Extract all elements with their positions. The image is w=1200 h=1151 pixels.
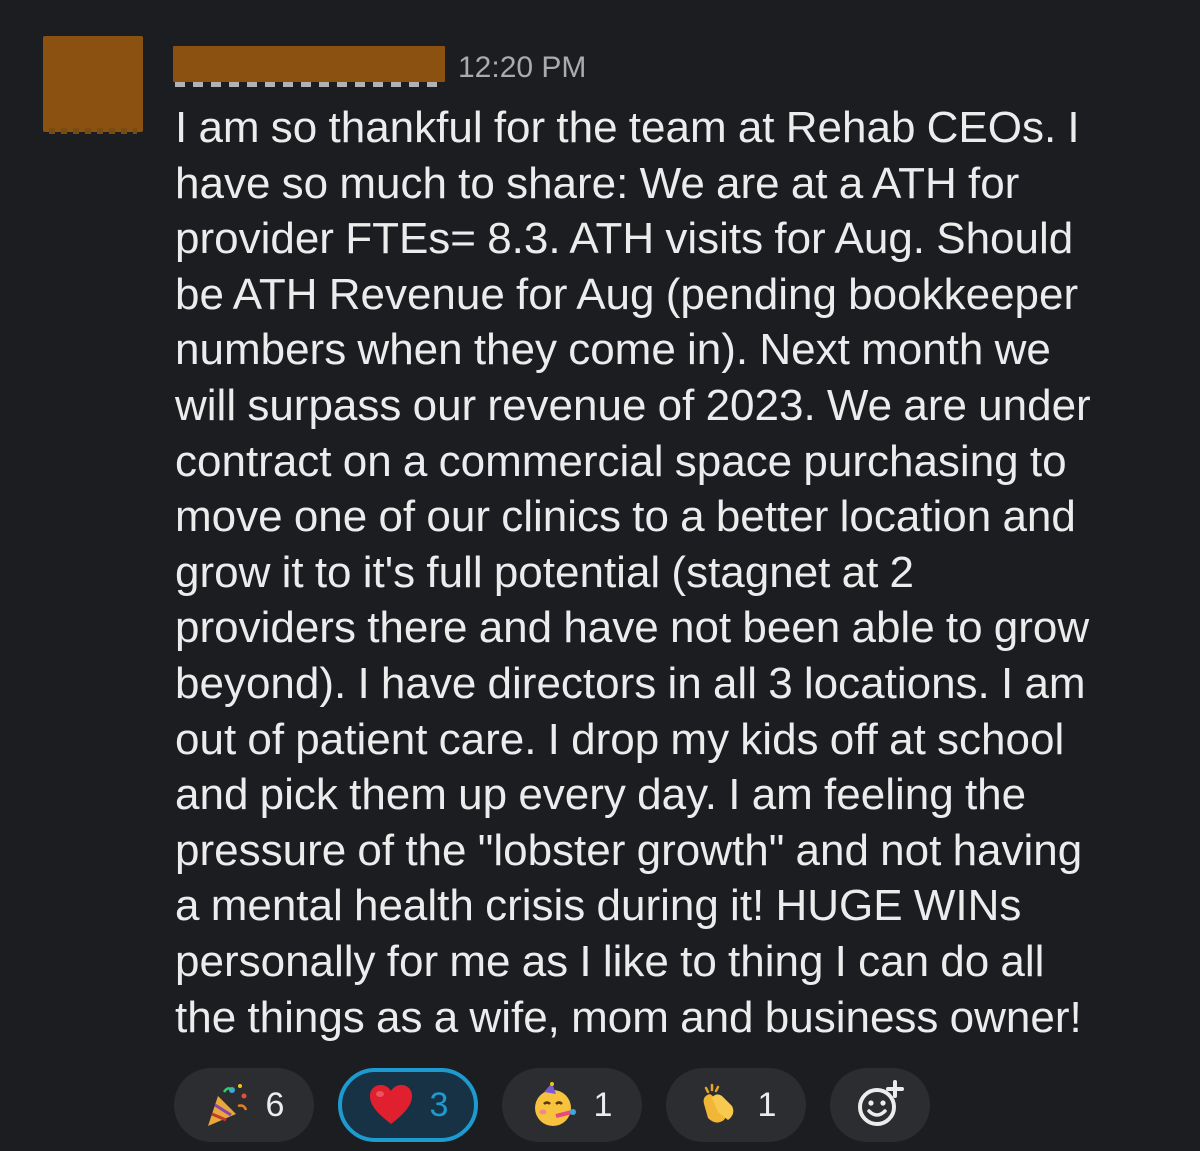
reaction-red-heart[interactable]: 3	[338, 1068, 478, 1142]
sender-name-redacted[interactable]	[173, 46, 445, 87]
reaction-count: 3	[429, 1085, 449, 1124]
partying-face-icon	[534, 1082, 576, 1126]
message-line: and pick them up every day. I am feeling…	[175, 770, 1027, 820]
message-timestamp[interactable]: 12:20 PM	[458, 49, 586, 87]
redacted-name-glimpse	[175, 82, 441, 87]
message-line: numbers when they come in). Next month w…	[175, 325, 1051, 375]
message-line: move one of our clinics to a better loca…	[175, 492, 1076, 542]
message-line: contract on a commercial space purchasin…	[175, 436, 1067, 486]
red-heart-icon	[369, 1085, 412, 1124]
add-reaction-icon	[858, 1080, 904, 1126]
reaction-bar: 6 3 1 1	[174, 1066, 930, 1144]
reaction-partying-face[interactable]: 1	[502, 1068, 642, 1142]
message-line: have so much to share: We are at a ATH f…	[175, 158, 1020, 208]
chat-message: 12:20 PM I am so thankful for the team a…	[0, 0, 1200, 1151]
message-line: beyond). I have directors in all 3 locat…	[175, 658, 1086, 708]
message-line: pressure of the "lobster growth" and not…	[175, 825, 1083, 875]
reaction-party-popper[interactable]: 6	[174, 1068, 314, 1142]
message-line: be ATH Revenue for Aug (pending bookkeep…	[175, 269, 1079, 319]
reaction-clapping-hands[interactable]: 1	[666, 1068, 806, 1142]
add-reaction-button[interactable]	[830, 1068, 930, 1142]
message-line: provider FTEs= 8.3. ATH visits for Aug. …	[175, 214, 1074, 264]
message-line: providers there and have not been able t…	[175, 603, 1090, 653]
message-line: will surpass our revenue of 2023. We are…	[175, 380, 1091, 430]
message-line: out of patient care. I drop my kids off …	[175, 714, 1065, 764]
clapping-hands-icon	[703, 1083, 733, 1123]
message-line: grow it to it's full potential (stagnet …	[175, 547, 915, 597]
avatar-redaction-edge	[49, 128, 137, 134]
message-text: I am so thankful for the team at Rehab C…	[175, 100, 1150, 1045]
message-line: a mental health crisis during it! HUGE W…	[175, 881, 1022, 931]
message-line: I am so thankful for the team at Rehab C…	[175, 103, 1080, 152]
message-line: personally for me as I like to thing I c…	[175, 936, 1045, 986]
reaction-count: 1	[593, 1085, 613, 1124]
message-line: the things as a wife, mom and business o…	[175, 992, 1082, 1042]
party-popper-icon	[207, 1084, 247, 1126]
reaction-count: 1	[757, 1085, 777, 1124]
reaction-count: 6	[265, 1085, 285, 1124]
avatar[interactable]	[43, 36, 143, 134]
